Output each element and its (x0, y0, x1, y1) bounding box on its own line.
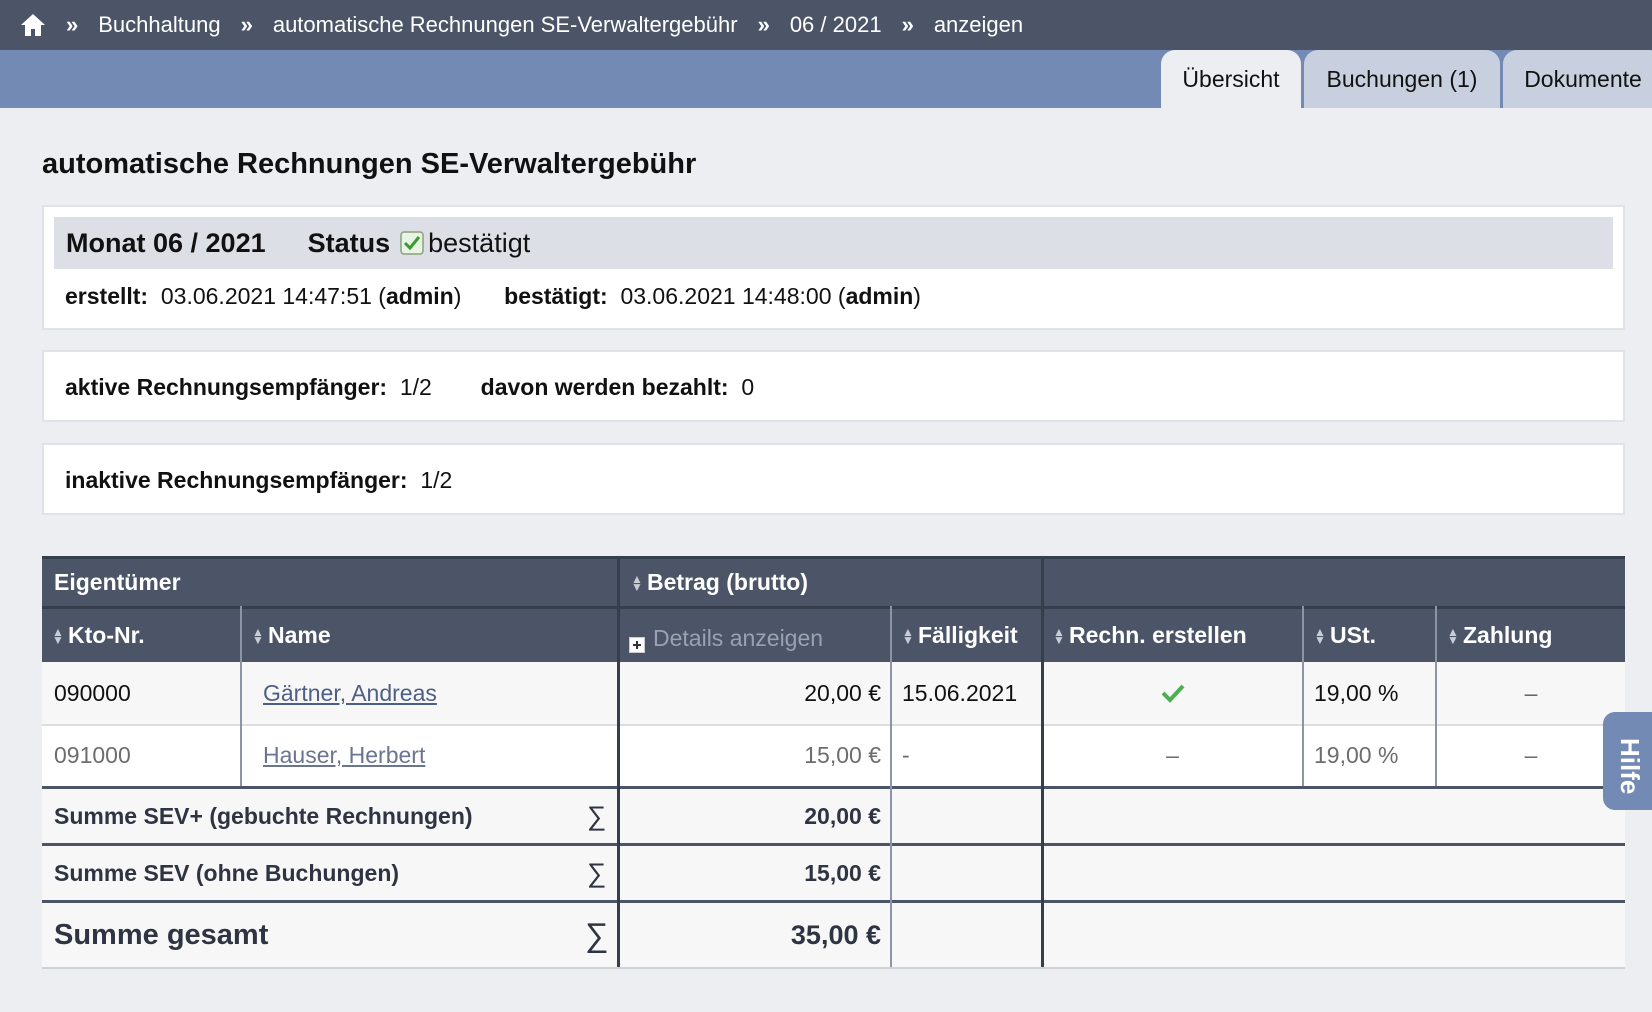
status-panel: Monat 06 / 2021 Status bestätigt erstell… (42, 205, 1625, 330)
breadcrumb-separator: » (66, 12, 79, 37)
sum-value: 15,00 € (804, 859, 881, 886)
column-divider (617, 556, 620, 969)
col-header-payment-label: Zahlung (1463, 622, 1553, 648)
home-icon[interactable] (20, 12, 46, 38)
col-header-create-invoice-label: Rechn. erstellen (1069, 622, 1247, 648)
paid-value: 0 (741, 374, 755, 400)
status-label: Status (307, 227, 391, 258)
inactive-recipients-panel: inaktive Rechnungsempfänger: 1/2 (42, 443, 1625, 515)
sort-icon: ▲ ▼ (52, 624, 64, 647)
col-header-create-invoice[interactable]: ▲ ▼ Rechn. erstellen (1043, 606, 1302, 662)
tab-uebersicht[interactable]: Übersicht (1161, 50, 1301, 108)
col-header-name[interactable]: ▲ ▼ Name (242, 606, 617, 662)
status-meta: erstellt: 03.06.2021 14:47:51 (admin) be… (65, 283, 921, 309)
expand-plus-icon (629, 632, 645, 653)
sort-icon: ▲ ▼ (252, 624, 264, 647)
confirmed-label: bestätigt: (504, 283, 608, 309)
col-header-payment[interactable]: ▲ ▼ Zahlung (1437, 606, 1625, 662)
owner-link[interactable]: Hauser, Herbert (263, 742, 425, 769)
cell-amount: 15,00 € (804, 741, 881, 768)
checked-checkbox-icon (400, 231, 424, 255)
cell-vat: 19,00 % (1314, 741, 1399, 768)
group-header-rest (1043, 556, 1625, 606)
breadcrumb-separator: » (757, 12, 770, 37)
breadcrumb-item-auto-invoices[interactable]: automatische Rechnungen SE-Verwaltergebü… (273, 12, 738, 38)
inactive-recipients-label: inaktive Rechnungsempfänger: (65, 467, 408, 493)
sort-icon: ▲ ▼ (902, 624, 914, 647)
created-label: erstellt: (65, 283, 149, 309)
sum-total-value: 35,00 € (790, 919, 881, 950)
cell-payment: – (1524, 679, 1538, 706)
col-header-account[interactable]: ▲ ▼ Kto-Nr. (42, 606, 240, 662)
breadcrumb-item-buchhaltung[interactable]: Buchhaltung (98, 12, 220, 38)
sort-icon: ▲ ▼ (1447, 624, 1459, 647)
sort-icon: ▲ ▼ (1314, 624, 1326, 647)
sum-value: 20,00 € (804, 802, 881, 829)
breadcrumb-separator: » (240, 12, 253, 37)
cell-name: Gärtner, Andreas (263, 662, 437, 724)
confirmed-value: 03.06.2021 14:48:00 (620, 283, 832, 309)
details-toggle-label: Details anzeigen (653, 625, 824, 651)
col-header-account-label: Kto-Nr. (68, 622, 145, 648)
details-toggle[interactable]: Details anzeigen (619, 606, 890, 662)
col-header-vat[interactable]: ▲ ▼ USt. (1304, 606, 1435, 662)
cell-account: 091000 (54, 741, 131, 768)
sort-icon: ▲ ▼ (631, 571, 643, 594)
active-recipients-value: 1/2 (399, 374, 432, 400)
month-value: 06 / 2021 (153, 227, 266, 258)
sigma-icon: ∑ (587, 800, 607, 831)
help-tab[interactable]: Hilfe (1603, 712, 1652, 810)
sigma-icon: ∑ (585, 916, 609, 953)
cell-due: - (902, 741, 910, 768)
group-header-amount-label: Betrag (brutto) (647, 569, 808, 595)
paid-label: davon werden bezahlt: (480, 374, 729, 400)
created-user: admin (385, 283, 454, 309)
help-tab-label: Hilfe (1615, 738, 1645, 795)
col-header-due-label: Fälligkeit (918, 622, 1018, 648)
cell-name: Hauser, Herbert (263, 724, 425, 786)
cell-amount: 20,00 € (804, 679, 881, 706)
owner-link[interactable]: Gärtner, Andreas (263, 680, 437, 707)
column-divider (240, 606, 242, 786)
sort-icon: ▲ ▼ (1053, 624, 1065, 647)
column-divider (1041, 556, 1044, 969)
tab-buchungen[interactable]: Buchungen (1) (1304, 50, 1500, 108)
breadcrumb-item-month[interactable]: 06 / 2021 (790, 12, 882, 38)
status-header: Monat 06 / 2021 Status bestätigt (54, 217, 1613, 269)
sigma-icon: ∑ (587, 857, 607, 888)
active-recipients-label: aktive Rechnungsempfänger: (65, 374, 388, 400)
col-header-due[interactable]: ▲ ▼ Fälligkeit (892, 606, 1041, 662)
breadcrumb-separator: » (901, 12, 914, 37)
col-header-vat-label: USt. (1330, 622, 1376, 648)
cell-create-invoice: – (1166, 741, 1179, 768)
sum-label: Summe SEV+ (gebuchte Rechnungen) (54, 802, 473, 829)
page-title: automatische Rechnungen SE-Verwaltergebü… (42, 148, 697, 180)
tab-bar: Übersicht Buchungen (1) Dokumente (0, 50, 1652, 108)
created-value: 03.06.2021 14:47:51 (160, 283, 372, 309)
cell-payment: – (1524, 741, 1538, 768)
col-header-name-label: Name (268, 622, 331, 648)
cell-due: 15.06.2021 (902, 679, 1018, 706)
sum-label: Summe SEV (ohne Buchungen) (54, 859, 400, 886)
invoice-table: Eigentümer ▲ ▼ Betrag (brutto) ▲ ▼ Kto-Nr.… (42, 556, 1625, 969)
group-header-owner: Eigentümer (42, 556, 617, 606)
breadcrumb: » Buchhaltung » automatische Rechnungen … (0, 0, 1652, 50)
cell-vat: 19,00 % (1314, 679, 1399, 706)
group-header-amount[interactable]: ▲ ▼ Betrag (brutto) (619, 556, 1041, 606)
status-value: bestätigt (428, 227, 531, 258)
active-recipients-panel: aktive Rechnungsempfänger: 1/2 davon wer… (42, 350, 1625, 422)
breadcrumb-item-current: anzeigen (933, 12, 1024, 37)
tab-dokumente[interactable]: Dokumente (1503, 50, 1652, 108)
column-divider (890, 606, 892, 969)
inactive-recipients-value: 1/2 (420, 467, 453, 493)
sum-total-label: Summe gesamt (54, 918, 269, 951)
confirmed-user: admin (845, 283, 914, 309)
month-label: Monat (66, 227, 146, 258)
column-divider (1435, 606, 1437, 786)
column-divider (1302, 606, 1304, 786)
table-bottom-border (42, 967, 1625, 969)
cell-account: 090000 (54, 679, 131, 706)
check-icon (1043, 662, 1302, 724)
